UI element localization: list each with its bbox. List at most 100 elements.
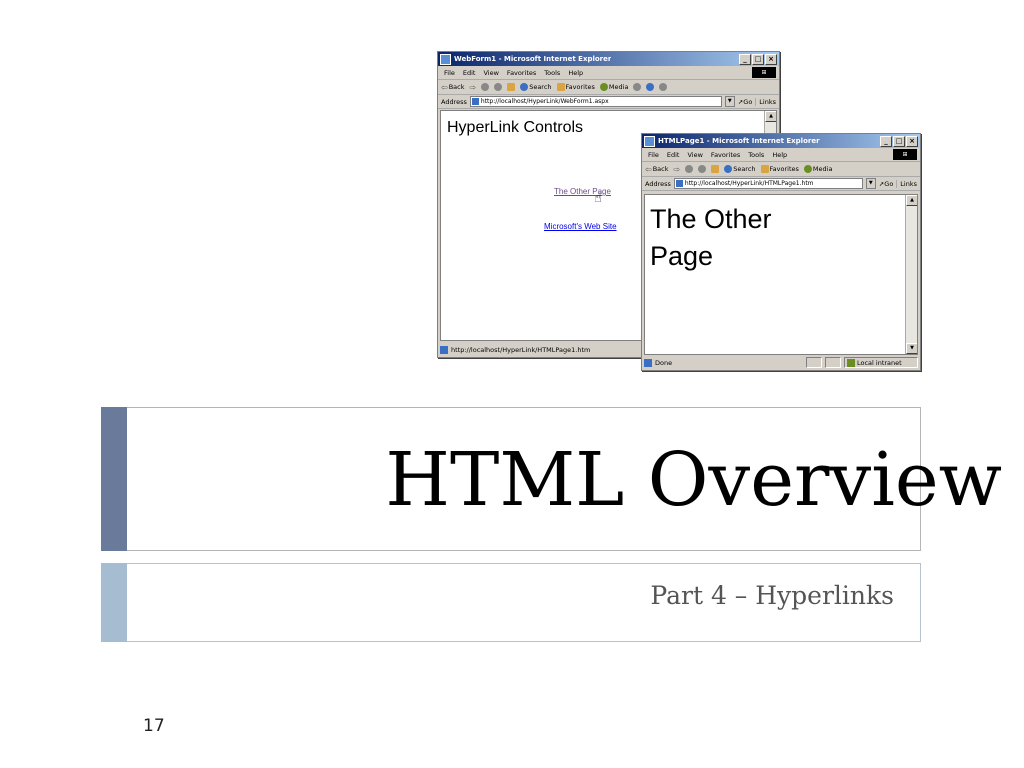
the-other-page-heading: The Other Page xyxy=(650,204,772,271)
search-icon xyxy=(724,165,733,173)
media-button[interactable]: Media xyxy=(803,165,833,173)
scroll-down-icon[interactable]: ▼ xyxy=(906,343,917,354)
search-button[interactable]: Search xyxy=(724,165,756,173)
address-label: Address xyxy=(441,97,467,106)
maximize-button[interactable]: □ xyxy=(893,136,905,147)
home-icon[interactable] xyxy=(711,165,720,173)
the-other-page-link[interactable]: The Other Page xyxy=(554,187,611,196)
back-button[interactable]: ⇦ Back xyxy=(441,83,464,92)
scroll-up-icon[interactable]: ▲ xyxy=(906,195,917,206)
menu-edit[interactable]: Edit xyxy=(667,151,680,159)
htmlpage-title: HTMLPage1 - Microsoft Internet Explorer xyxy=(658,137,820,145)
zone-text: Local intranet xyxy=(857,358,902,367)
mail-icon[interactable] xyxy=(646,83,655,91)
menu-tools[interactable]: Tools xyxy=(748,151,764,159)
favorites-button[interactable]: Favorites xyxy=(760,165,799,173)
menu-favorites[interactable]: Favorites xyxy=(507,69,536,77)
close-button[interactable]: × xyxy=(906,136,918,147)
webform-address-bar: Address http://localhost/HyperLink/WebFo… xyxy=(438,95,779,109)
address-dropdown-icon[interactable]: ▼ xyxy=(865,178,876,189)
refresh-icon[interactable] xyxy=(698,165,707,173)
intranet-icon xyxy=(847,358,855,367)
hyperlink-controls-heading: HyperLink Controls xyxy=(447,119,584,136)
webform-titlebar[interactable]: WebForm1 - Microsoft Internet Explorer _… xyxy=(438,52,779,66)
favorites-icon xyxy=(760,165,769,173)
print-icon[interactable] xyxy=(659,83,668,91)
minimize-button[interactable]: _ xyxy=(880,136,892,147)
menu-help[interactable]: Help xyxy=(568,69,583,77)
hand-cursor-icon: ☝ xyxy=(594,191,602,206)
htmlpage-content: The Other Page ▲ ▼ xyxy=(644,194,918,355)
stop-icon[interactable] xyxy=(481,83,490,91)
menu-favorites[interactable]: Favorites xyxy=(711,151,740,159)
history-icon[interactable] xyxy=(633,83,642,91)
media-icon xyxy=(599,83,608,91)
back-label: Back xyxy=(448,83,465,91)
status-segment xyxy=(806,357,822,368)
address-label: Address xyxy=(645,179,671,188)
menu-view[interactable]: View xyxy=(483,69,498,77)
search-button[interactable]: Search xyxy=(520,83,552,91)
refresh-icon[interactable] xyxy=(494,83,503,91)
go-button[interactable]: ➚Go xyxy=(879,180,893,188)
windows-logo-icon: ⊞ xyxy=(752,67,776,78)
go-label: Go xyxy=(884,179,894,188)
page-number: 17 xyxy=(143,716,165,736)
htmlpage-address-bar: Address http://localhost/HyperLink/HTMLP… xyxy=(642,177,920,191)
forward-arrow-icon[interactable]: ⇨ xyxy=(673,165,680,174)
htmlpage-toolbar: ⇦ Back ⇨ Search Favorites Media xyxy=(642,162,920,177)
search-label: Search xyxy=(529,83,552,91)
htmlpage-statusbar: Done Local intranet xyxy=(644,356,918,369)
favorites-label: Favorites xyxy=(565,83,595,91)
microsoft-site-link[interactable]: Microsoft's Web Site xyxy=(544,222,617,231)
status-page-icon xyxy=(644,358,652,367)
htmlpage-menubar: File Edit View Favorites Tools Help ⊞ xyxy=(642,148,920,162)
address-dropdown-icon[interactable]: ▼ xyxy=(724,96,735,107)
media-button[interactable]: Media xyxy=(599,83,629,91)
close-button[interactable]: × xyxy=(765,54,777,65)
htmlpage-window: HTMLPage1 - Microsoft Internet Explorer … xyxy=(641,133,921,371)
scroll-up-icon[interactable]: ▲ xyxy=(765,111,776,122)
back-arrow-icon: ⇦ xyxy=(645,164,652,174)
go-button[interactable]: ➚Go xyxy=(738,98,752,106)
subtitle-accent-bar xyxy=(101,563,127,642)
media-label: Media xyxy=(812,165,833,173)
links-button[interactable]: Links xyxy=(896,179,920,188)
go-label: Go xyxy=(743,97,753,106)
webform-menubar: File Edit View Favorites Tools Help ⊞ xyxy=(438,66,779,80)
minimize-button[interactable]: _ xyxy=(739,54,751,65)
media-icon xyxy=(803,165,812,173)
webform-toolbar: ⇦ Back ⇨ Search Favorites Media xyxy=(438,80,779,95)
home-icon[interactable] xyxy=(507,83,516,91)
address-value: http://localhost/HyperLink/HTMLPage1.htm xyxy=(684,180,814,187)
menu-tools[interactable]: Tools xyxy=(544,69,560,77)
htmlpage-titlebar[interactable]: HTMLPage1 - Microsoft Internet Explorer … xyxy=(642,134,920,148)
page-icon xyxy=(471,98,479,105)
slide-title: HTML Overview xyxy=(385,437,1002,523)
stop-icon[interactable] xyxy=(685,165,694,173)
favorites-icon xyxy=(556,83,565,91)
status-done: Done xyxy=(655,358,673,367)
back-button[interactable]: ⇦ Back xyxy=(645,165,668,174)
menu-file[interactable]: File xyxy=(444,69,455,77)
menu-file[interactable]: File xyxy=(648,151,659,159)
address-input[interactable]: http://localhost/HyperLink/WebForm1.aspx xyxy=(469,96,722,107)
favorites-button[interactable]: Favorites xyxy=(556,83,595,91)
back-label: Back xyxy=(652,165,669,173)
zone-panel: Local intranet xyxy=(844,357,918,368)
windows-logo-icon: ⊞ xyxy=(893,149,917,160)
favorites-label: Favorites xyxy=(769,165,799,173)
links-button[interactable]: Links xyxy=(755,97,779,106)
menu-help[interactable]: Help xyxy=(772,151,787,159)
address-input[interactable]: http://localhost/HyperLink/HTMLPage1.htm xyxy=(673,178,863,189)
menu-view[interactable]: View xyxy=(687,151,702,159)
title-accent-bar xyxy=(101,407,127,551)
menu-edit[interactable]: Edit xyxy=(463,69,476,77)
maximize-button[interactable]: □ xyxy=(752,54,764,65)
forward-arrow-icon[interactable]: ⇨ xyxy=(469,83,476,92)
htmlpage-scrollbar[interactable]: ▲ ▼ xyxy=(905,195,917,354)
address-value: http://localhost/HyperLink/WebForm1.aspx xyxy=(480,98,609,105)
status-segment xyxy=(825,357,841,368)
page-icon xyxy=(675,180,683,187)
media-label: Media xyxy=(608,83,629,91)
